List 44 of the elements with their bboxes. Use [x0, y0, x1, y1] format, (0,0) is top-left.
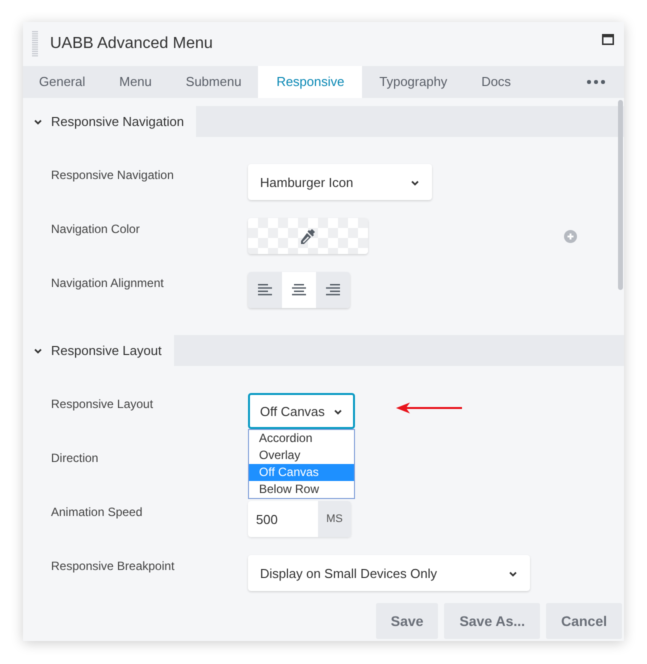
tab[interactable]: General [23, 66, 102, 98]
color-picker[interactable] [248, 218, 368, 254]
unit-label: MS [318, 501, 351, 537]
arrow-icon [396, 402, 462, 414]
scrollbar-thumb[interactable] [618, 100, 623, 290]
field-label: Animation Speed [50, 504, 144, 521]
dropdown-option[interactable]: Below Row [249, 481, 354, 498]
alignment-option[interactable] [316, 272, 350, 308]
alignment-option[interactable] [248, 272, 282, 308]
chevron-icon [333, 407, 343, 417]
tab[interactable]: Submenu [168, 66, 258, 98]
chevron-icon [508, 569, 518, 579]
tab[interactable]: Responsive [258, 66, 362, 98]
field-label: Navigation Color [50, 221, 141, 238]
align-center-icon [292, 284, 306, 296]
window-title: UABB Advanced Menu [50, 34, 213, 54]
field-label: Responsive Navigation [50, 167, 175, 184]
field-label: Direction [50, 450, 100, 467]
tab[interactable]: Docs [464, 66, 528, 98]
footer-button[interactable]: Cancel [546, 603, 622, 639]
number-field[interactable]: 500 [248, 501, 318, 537]
more-icon[interactable] [587, 80, 605, 84]
section-toggle[interactable]: Responsive Layout [23, 335, 174, 366]
select-field[interactable]: Display on Small Devices Only [248, 555, 530, 591]
dropdown-option[interactable]: Off Canvas [249, 464, 354, 481]
tab[interactable]: Typography [362, 66, 464, 98]
field-label: Responsive Breakpoint [50, 558, 176, 575]
field-label: Navigation Alignment [50, 275, 165, 292]
footer-button[interactable]: Save [376, 603, 438, 639]
tab[interactable]: Menu [102, 66, 169, 98]
section-toggle[interactable]: Responsive Navigation [23, 106, 196, 137]
maximize-icon[interactable] [602, 34, 614, 44]
align-right-icon [326, 284, 340, 296]
select-field[interactable]: Hamburger Icon [248, 164, 432, 200]
footer-button[interactable]: Save As... [444, 603, 540, 639]
align-left-icon [258, 284, 272, 296]
chevron-icon [410, 178, 420, 188]
alignment-option[interactable] [282, 272, 316, 308]
field-label: Responsive Layout [50, 396, 154, 413]
select-field[interactable]: Off Canvas [248, 393, 355, 429]
eyedropper-icon [299, 227, 317, 245]
dropdown-option[interactable]: Overlay [249, 447, 354, 464]
dropdown-option[interactable]: Accordion [249, 430, 354, 447]
drag-handle-icon[interactable] [32, 31, 38, 57]
